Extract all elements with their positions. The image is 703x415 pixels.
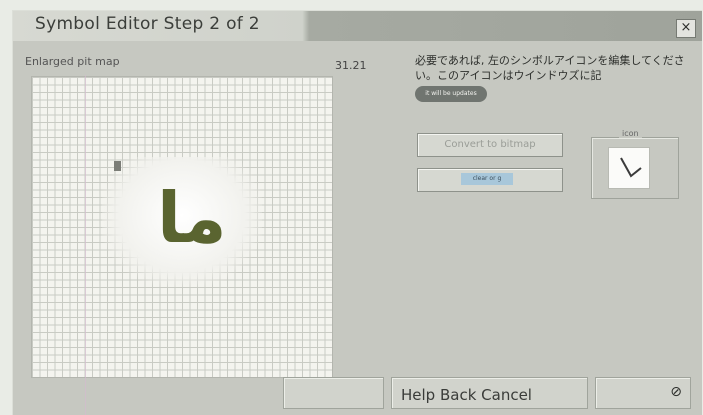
cursor-coordinates: 31.21 bbox=[335, 59, 367, 72]
symbol-editor-window: Symbol Editor Step 2 of 2 × Enlarged pit… bbox=[12, 10, 702, 415]
icon-label: icon bbox=[619, 129, 642, 138]
symbol-glyph: ما bbox=[157, 177, 227, 259]
enlarged-pixel-grid[interactable]: ما bbox=[31, 76, 333, 378]
clear-button[interactable]: clear or g bbox=[417, 168, 563, 192]
bottom-button-3[interactable]: ⊘ bbox=[595, 377, 691, 409]
pixel-dot bbox=[114, 161, 121, 171]
clear-button-label: clear or g bbox=[461, 173, 513, 185]
close-button[interactable]: × bbox=[676, 19, 696, 38]
window-title: Symbol Editor Step 2 of 2 bbox=[35, 14, 260, 34]
icon-preview bbox=[608, 147, 650, 189]
enlarged-map-label: Enlarged pit map bbox=[25, 55, 120, 68]
update-tooltip: it will be updates bbox=[415, 86, 487, 102]
instruction-text: 必要であれば, 左のシンボルアイコンを編集してください。このアイコンはウインドウ… bbox=[415, 54, 685, 82]
title-bar: Symbol Editor Step 2 of 2 × bbox=[13, 11, 702, 41]
bottom-button-1[interactable] bbox=[283, 377, 384, 409]
icon-preview-frame: icon bbox=[591, 129, 679, 199]
help-icon: ⊘ bbox=[670, 384, 682, 400]
button-bar: ⊘ Help Back Cancel bbox=[13, 373, 702, 415]
convert-to-bitmap-button[interactable]: Convert to bitmap bbox=[417, 133, 563, 157]
guide-line bbox=[85, 75, 86, 415]
help-back-cancel-text: Help Back Cancel bbox=[401, 386, 532, 404]
check-icon bbox=[620, 157, 642, 178]
